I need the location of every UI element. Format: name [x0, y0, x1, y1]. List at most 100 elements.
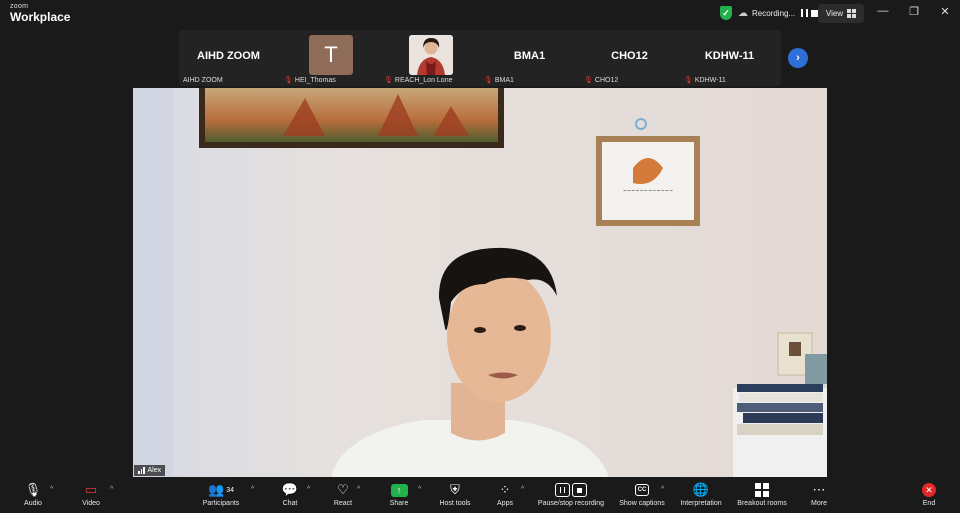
host-tools-button[interactable]: ⛨ Host tools	[436, 482, 474, 507]
avatar: T	[309, 35, 353, 75]
apps-label: Apps	[497, 500, 513, 507]
participant-tile[interactable]: CHO12 🎙 CHO12	[580, 30, 679, 86]
react-options-chevron-icon[interactable]: ^	[357, 486, 360, 493]
title-bar: zoom Workplace ✓ ☁ Recording... View — ❐…	[0, 0, 960, 28]
view-button[interactable]: View	[818, 4, 864, 23]
chat-label: Chat	[282, 500, 298, 507]
captions-icon: CC	[634, 482, 650, 498]
minimize-icon[interactable]: —	[876, 5, 890, 17]
participant-label: AIHD ZOOM	[183, 77, 223, 84]
chat-icon: 💬	[281, 482, 299, 497]
mic-muted-icon: 🎙	[284, 77, 293, 84]
recording-status: ☁ Recording...	[738, 8, 795, 19]
heart-icon: ♡	[337, 482, 349, 497]
next-page-chevron-icon[interactable]: ›	[788, 48, 808, 68]
app-logo: zoom Workplace	[10, 3, 70, 23]
close-icon[interactable]: ✕	[938, 5, 952, 18]
apps-options-chevron-icon[interactable]: ^	[521, 486, 524, 493]
more-label: More	[811, 500, 827, 507]
shield-icon: ⛨	[450, 482, 460, 497]
interpretation-label: Interpretation	[680, 500, 722, 507]
share-icon: ↑	[390, 482, 408, 498]
microphone-icon: 🎙	[24, 482, 42, 497]
participants-icon: 👥 34	[208, 482, 234, 497]
shield-icon: ✓	[720, 6, 732, 20]
participants-label: Participants	[202, 500, 240, 507]
react-label: React	[333, 500, 353, 507]
main-video: ~~~~~~~~~~~~ Alex	[133, 88, 827, 477]
participant-label: 🎙 BMA1	[484, 76, 514, 85]
participant-display-name: AIHD ZOOM	[197, 50, 260, 62]
share-button[interactable]: ↑ Share	[387, 482, 411, 507]
pause-stop-recording-button[interactable]: Pause/stop recording	[535, 482, 607, 507]
video-off-icon: ▭	[84, 482, 98, 497]
captions-options-chevron-icon[interactable]: ^	[661, 486, 664, 493]
brand-top: zoom	[10, 3, 29, 10]
audio-button[interactable]: 🎙 Audio	[20, 482, 46, 507]
participant-tile[interactable]: BMA1 🎙 BMA1	[480, 30, 579, 86]
participant-display-name: BMA1	[513, 50, 546, 62]
participants-options-chevron-icon[interactable]: ^	[251, 486, 254, 493]
video-options-chevron-icon[interactable]: ^	[110, 486, 113, 493]
participant-display-name: CHO12	[611, 50, 648, 62]
grid-view-icon	[847, 9, 857, 18]
breakout-rooms-label: Breakout rooms	[737, 500, 787, 507]
end-button[interactable]: ✕ End	[917, 482, 941, 507]
brand-bottom: Workplace	[10, 10, 71, 24]
host-tools-label: Host tools	[439, 500, 471, 507]
chat-button[interactable]: 💬 Chat	[278, 482, 302, 507]
cloud-icon: ☁	[738, 7, 748, 19]
recording-indicator: ✓ ☁ Recording...	[720, 3, 819, 23]
participant-label: 🎙 KDHW-11	[684, 76, 726, 85]
participants-button[interactable]: 👥 34 Participants	[198, 482, 244, 507]
participant-strip: AIHD ZOOM AIHD ZOOM T 🎙 HEI_Thomas 🎙 REA…	[179, 30, 781, 86]
audio-label: Audio	[24, 500, 42, 507]
restore-icon[interactable]: ❐	[907, 5, 921, 18]
signal-icon	[138, 467, 145, 474]
breakout-rooms-button[interactable]: Breakout rooms	[734, 482, 790, 507]
meeting-toolbar: 🎙 Audio ^ ▭ Video ^ 👥 34 Participants ^ 💬…	[0, 478, 960, 513]
participant-tile[interactable]: AIHD ZOOM AIHD ZOOM	[179, 30, 278, 86]
participant-label: 🎙 HEI_Thomas	[284, 76, 336, 85]
video-name: Alex	[147, 467, 162, 474]
participant-display-name: KDHW-11	[704, 50, 755, 62]
show-captions-button[interactable]: CC Show captions	[617, 482, 667, 507]
share-options-chevron-icon[interactable]: ^	[418, 486, 421, 493]
share-label: Share	[389, 500, 409, 507]
video-button[interactable]: ▭ Video	[78, 482, 104, 507]
participant-tile[interactable]: 🎙 REACH_Lon Lone	[380, 30, 479, 86]
recording-label: Recording...	[752, 8, 796, 18]
recording-controls	[801, 9, 819, 17]
end-icon: ✕	[922, 482, 936, 498]
video-name-tag: Alex	[134, 465, 166, 476]
apps-button[interactable]: ⁘ Apps	[493, 482, 517, 507]
more-button[interactable]: ⋯ More	[807, 482, 831, 507]
mic-muted-icon: 🎙	[484, 77, 493, 84]
mic-muted-icon: 🎙	[684, 77, 693, 84]
view-label: View	[825, 9, 844, 18]
show-captions-label: Show captions	[619, 500, 665, 507]
chat-options-chevron-icon[interactable]: ^	[307, 486, 310, 493]
video-label: Video	[82, 500, 100, 507]
avatar	[409, 35, 453, 75]
pause-stop-recording-label: Pause/stop recording	[537, 500, 605, 507]
participants-count: 34	[226, 486, 234, 494]
more-icon: ⋯	[812, 482, 826, 497]
pause-stop-icon	[555, 482, 587, 498]
mic-muted-icon: 🎙	[584, 77, 593, 84]
mic-muted-icon: 🎙	[384, 77, 393, 84]
globe-icon: 🌐	[692, 482, 710, 497]
end-label: End	[922, 500, 936, 507]
apps-icon: ⁘	[499, 482, 511, 497]
participant-tile[interactable]: KDHW-11 🎙 KDHW-11	[680, 30, 779, 86]
react-button[interactable]: ♡ React	[331, 482, 355, 507]
interpretation-button[interactable]: 🌐 Interpretation	[676, 482, 726, 507]
participant-label: 🎙 CHO12	[584, 76, 619, 85]
breakout-rooms-icon	[755, 482, 769, 498]
participant-tile[interactable]: T 🎙 HEI_Thomas	[280, 30, 379, 86]
pause-recording-icon[interactable]	[801, 9, 809, 17]
audio-options-chevron-icon[interactable]: ^	[50, 486, 53, 493]
svg-text:~~~~~~~~~~~~: ~~~~~~~~~~~~	[623, 188, 673, 194]
video-frame: ~~~~~~~~~~~~	[133, 88, 827, 477]
participant-label: 🎙 REACH_Lon Lone	[384, 76, 453, 85]
